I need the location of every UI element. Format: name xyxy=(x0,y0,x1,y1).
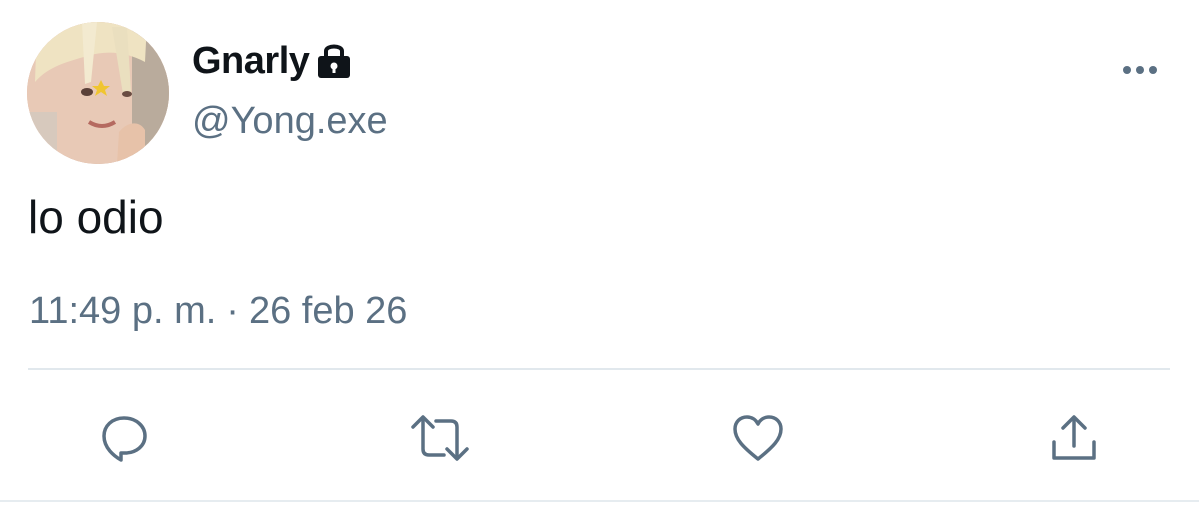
display-name[interactable]: Gnarly xyxy=(192,40,310,83)
share-button[interactable] xyxy=(1044,408,1104,468)
more-options-button[interactable] xyxy=(1118,60,1162,80)
bottom-divider xyxy=(0,500,1199,502)
avatar-image xyxy=(27,22,169,164)
more-options-icon xyxy=(1123,66,1157,74)
author-handle[interactable]: @Yong.exe xyxy=(192,100,388,143)
tweet-timestamp[interactable]: 11:49 p. m. · 26 feb 26 xyxy=(29,290,407,333)
reply-icon xyxy=(102,416,147,462)
retweet-button[interactable] xyxy=(410,408,470,468)
retweet-icon xyxy=(411,415,469,461)
tweet-date: 26 feb 26 xyxy=(248,290,408,332)
author-name-row: Gnarly xyxy=(192,38,353,84)
like-button[interactable] xyxy=(728,408,788,468)
avatar[interactable] xyxy=(27,22,169,164)
share-icon xyxy=(1052,415,1096,460)
tweet-text: lo odio xyxy=(28,191,164,243)
lock-icon xyxy=(318,44,351,78)
tweet-time: 11:49 p. m. xyxy=(29,290,217,332)
meta-separator: · xyxy=(226,290,239,332)
reply-button[interactable] xyxy=(94,408,154,468)
divider xyxy=(28,368,1170,370)
heart-icon xyxy=(733,415,783,461)
